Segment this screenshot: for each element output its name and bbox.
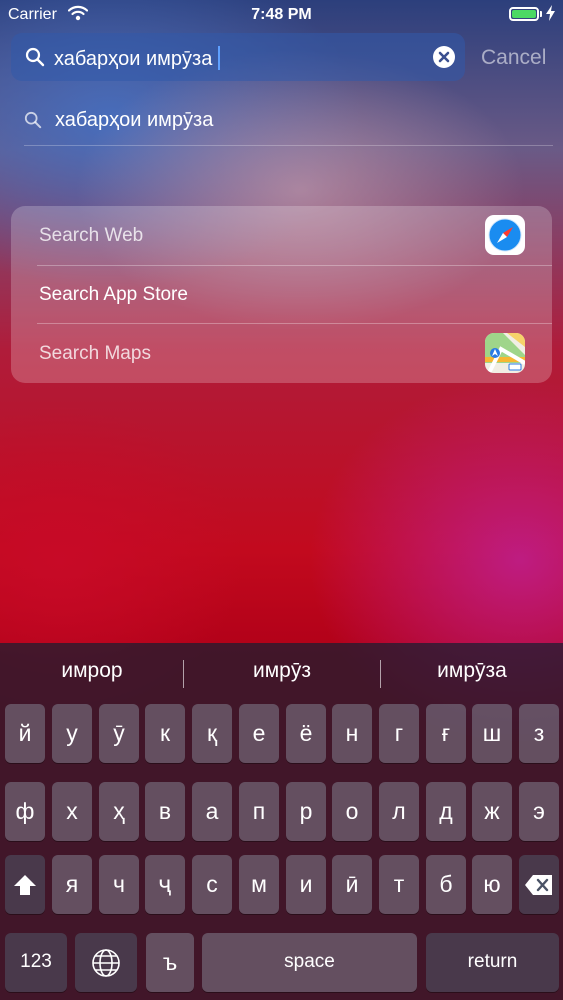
- search-icon: [25, 47, 45, 72]
- predictive-bar: имрор имрӯз имрӯза: [0, 643, 563, 699]
- key[interactable]: х: [52, 782, 92, 841]
- key[interactable]: в: [145, 782, 185, 841]
- maps-icon: [485, 333, 525, 373]
- key[interactable]: р: [286, 782, 326, 841]
- key[interactable]: ҳ: [99, 782, 139, 841]
- key[interactable]: я: [52, 855, 92, 914]
- key[interactable]: п: [239, 782, 279, 841]
- key[interactable]: ғ: [426, 704, 466, 763]
- key[interactable]: ш: [472, 704, 512, 763]
- space-key[interactable]: space: [202, 933, 417, 992]
- key[interactable]: ё: [286, 704, 326, 763]
- key[interactable]: ӯ: [99, 704, 139, 763]
- key[interactable]: д: [426, 782, 466, 841]
- search-query: хабарҳои имрӯза: [54, 48, 213, 70]
- suggestion-text: хабарҳои имрӯза: [55, 109, 214, 131]
- safari-icon: [485, 215, 525, 255]
- key[interactable]: ӣ: [332, 855, 372, 914]
- key[interactable]: з: [519, 704, 559, 763]
- battery-tip: [540, 11, 542, 17]
- keyboard: имрор имрӯз имрӯза й у ӯ к қ е ё н г ғ ш…: [0, 643, 563, 1000]
- search-app-store-row[interactable]: Search App Store: [11, 265, 552, 323]
- key[interactable]: с: [192, 855, 232, 914]
- text-caret: [218, 46, 221, 70]
- search-input[interactable]: хабарҳои имрӯза: [54, 46, 221, 71]
- search-field[interactable]: хабарҳои имрӯза: [11, 33, 465, 81]
- key[interactable]: и: [286, 855, 326, 914]
- search-web-row[interactable]: Search Web: [11, 206, 552, 264]
- search-options-card: Search Web Search App Store Search Maps: [11, 206, 552, 383]
- return-key[interactable]: return: [426, 933, 559, 992]
- key[interactable]: к: [145, 704, 185, 763]
- search-maps-row[interactable]: Search Maps: [11, 324, 552, 382]
- status-bar: Carrier 7:48 PM: [0, 0, 563, 30]
- numbers-key[interactable]: 123: [5, 933, 67, 992]
- backspace-key[interactable]: [519, 855, 559, 914]
- prediction-3[interactable]: имрӯза: [381, 659, 563, 683]
- key[interactable]: т: [379, 855, 419, 914]
- backspace-icon: [525, 875, 552, 895]
- search-maps-label: Search Maps: [39, 343, 151, 364]
- key[interactable]: б: [426, 855, 466, 914]
- key[interactable]: у: [52, 704, 92, 763]
- shift-key[interactable]: [5, 855, 45, 914]
- key[interactable]: ҷ: [145, 855, 185, 914]
- key[interactable]: ъ: [146, 933, 194, 992]
- key[interactable]: ч: [99, 855, 139, 914]
- search-app-store-label: Search App Store: [39, 284, 188, 305]
- key[interactable]: й: [5, 704, 45, 763]
- key[interactable]: г: [379, 704, 419, 763]
- key[interactable]: о: [332, 782, 372, 841]
- battery-icon: [509, 7, 539, 21]
- key[interactable]: ю: [472, 855, 512, 914]
- key[interactable]: э: [519, 782, 559, 841]
- globe-key[interactable]: [75, 933, 137, 992]
- key[interactable]: м: [239, 855, 279, 914]
- key[interactable]: е: [239, 704, 279, 763]
- charging-bolt-icon: [546, 5, 555, 24]
- divider: [24, 145, 553, 146]
- key[interactable]: ф: [5, 782, 45, 841]
- clock: 7:48 PM: [251, 6, 312, 23]
- globe-icon: [92, 949, 120, 977]
- search-icon: [24, 111, 42, 134]
- clear-icon: [438, 51, 450, 63]
- clear-search-button[interactable]: [433, 46, 455, 68]
- key[interactable]: қ: [192, 704, 232, 763]
- shift-icon: [14, 875, 36, 895]
- key[interactable]: л: [379, 782, 419, 841]
- search-web-label: Search Web: [39, 225, 144, 246]
- prediction-1[interactable]: имрор: [0, 659, 184, 683]
- cancel-button[interactable]: Cancel: [481, 46, 546, 70]
- key[interactable]: а: [192, 782, 232, 841]
- key[interactable]: ж: [472, 782, 512, 841]
- key[interactable]: н: [332, 704, 372, 763]
- prediction-2[interactable]: имрӯз: [184, 659, 380, 683]
- search-suggestion[interactable]: хабарҳои имрӯза: [0, 99, 553, 145]
